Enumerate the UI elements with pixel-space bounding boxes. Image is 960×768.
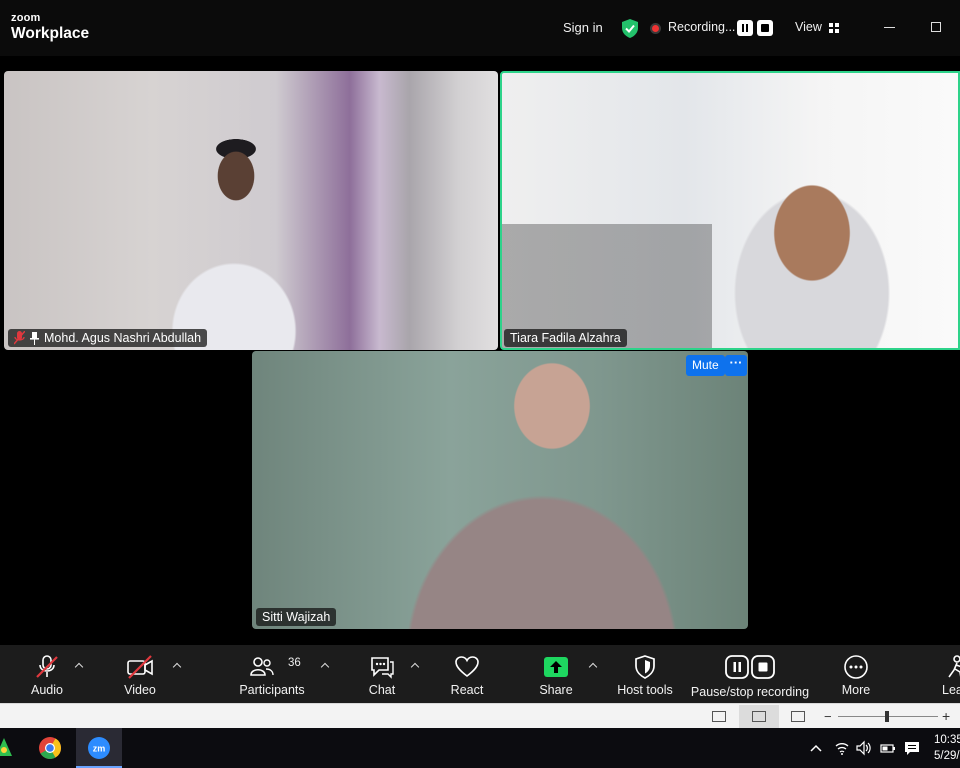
- clock-time: 10:35: [934, 734, 960, 746]
- show-hidden-icons-chevron-icon[interactable]: [808, 740, 824, 756]
- sign-in-link[interactable]: Sign in: [563, 20, 603, 35]
- pause-recording-button[interactable]: [737, 20, 753, 36]
- recording-dot-icon: [652, 25, 659, 32]
- windows-taskbar: zm 10:35 5/29/: [0, 728, 960, 768]
- participant-name-tag: Tiara Fadila Alzahra: [504, 329, 627, 347]
- share-options-caret[interactable]: [588, 661, 598, 671]
- audio-label: Audio: [31, 683, 63, 697]
- participant-name: Mohd. Agus Nashri Abdullah: [44, 331, 202, 345]
- participants-count: 36: [288, 657, 301, 669]
- battery-icon[interactable]: [880, 740, 896, 756]
- maximize-window-button[interactable]: [931, 22, 941, 32]
- chrome-browser-icon[interactable]: [28, 728, 72, 768]
- participant-name-tag: Sitti Wajizah: [256, 608, 337, 626]
- zoom-app-icon: zm: [88, 737, 110, 759]
- mute-participant-button[interactable]: Mute: [686, 355, 725, 376]
- notifications-icon[interactable]: [904, 740, 920, 756]
- web-layout-icon[interactable]: [791, 711, 805, 722]
- pause-stop-recording-label: Pause/stop recording: [690, 685, 810, 699]
- leave-label: Leave: [942, 683, 960, 697]
- video-tile-participant-1[interactable]: Mohd. Agus Nashri Abdullah: [4, 71, 498, 350]
- participant-more-options-button[interactable]: ···: [725, 355, 747, 376]
- meeting-toolbar: Audio Video Participants 36 Chat React S…: [0, 645, 960, 703]
- stop-recording-button[interactable]: [757, 20, 773, 36]
- pin-icon: [30, 331, 39, 345]
- system-clock[interactable]: 10:35 5/29/: [934, 732, 960, 764]
- react-button[interactable]: React: [440, 645, 494, 703]
- share-screen-icon: [544, 657, 568, 677]
- pause-stop-recording-icon: [725, 655, 775, 679]
- logo-zoom-text: zoom: [11, 12, 41, 24]
- video-button[interactable]: Video: [110, 645, 170, 703]
- participant-name: Tiara Fadila Alzahra: [510, 331, 621, 345]
- host-shield-icon: [635, 655, 655, 679]
- zoom-in-button[interactable]: +: [942, 708, 950, 724]
- participants-icon: [250, 657, 274, 676]
- participants-label: Participants: [239, 683, 305, 697]
- camera-off-icon: [127, 655, 153, 679]
- pause-stop-recording-button[interactable]: Pause/stop recording: [690, 645, 810, 703]
- chat-button[interactable]: Chat: [356, 645, 408, 703]
- title-bar: zoom Workplace Sign in Recording... View: [0, 0, 960, 56]
- grid-view-icon[interactable]: [829, 23, 839, 33]
- host-tools-button[interactable]: Host tools: [612, 645, 678, 703]
- participants-options-caret[interactable]: [320, 661, 330, 671]
- logo-workplace-text: Workplace: [11, 25, 90, 42]
- svg-text:zm: zm: [93, 744, 106, 754]
- zoom-out-button[interactable]: −: [824, 709, 832, 724]
- minimize-window-button[interactable]: [884, 27, 895, 28]
- chat-options-caret[interactable]: [410, 661, 420, 671]
- microphone-muted-icon: [36, 655, 58, 678]
- audio-button[interactable]: Audio: [17, 645, 77, 703]
- video-label: Video: [124, 683, 156, 697]
- wifi-icon[interactable]: [834, 740, 850, 756]
- mic-muted-icon: [14, 331, 25, 345]
- zoom-workplace-logo: zoom Workplace: [11, 13, 89, 42]
- print-layout-icon[interactable]: [752, 711, 766, 722]
- taskbar-app-icon[interactable]: [0, 736, 14, 758]
- clock-date: 5/29/: [934, 750, 960, 762]
- more-button[interactable]: More: [830, 645, 882, 703]
- share-button[interactable]: Share: [528, 645, 584, 703]
- more-dots-icon: [844, 655, 868, 679]
- leave-exit-icon: [948, 655, 960, 678]
- chat-icon: [371, 657, 394, 679]
- zoom-slider-thumb[interactable]: [885, 711, 889, 722]
- participants-button[interactable]: Participants: [236, 645, 308, 703]
- audio-options-caret[interactable]: [74, 661, 84, 671]
- chat-label: Chat: [368, 683, 396, 697]
- view-button[interactable]: View: [795, 20, 822, 34]
- leave-button[interactable]: Leave: [930, 645, 960, 703]
- participant-name: Sitti Wajizah: [262, 610, 331, 624]
- more-label: More: [841, 683, 871, 697]
- volume-icon[interactable]: [856, 740, 872, 756]
- video-tile-participant-3[interactable]: Sitti Wajizah: [252, 351, 748, 629]
- security-shield-icon[interactable]: [621, 19, 639, 38]
- zoom-taskbar-button[interactable]: zm: [76, 728, 122, 768]
- participant-name-tag: Mohd. Agus Nashri Abdullah: [8, 329, 208, 347]
- read-mode-icon[interactable]: [712, 711, 726, 722]
- video-tile-participant-2[interactable]: Tiara Fadila Alzahra: [500, 71, 960, 350]
- heart-icon: [455, 656, 479, 678]
- video-options-caret[interactable]: [172, 661, 182, 671]
- host-tools-label: Host tools: [617, 683, 673, 697]
- document-status-bar: − +: [0, 703, 960, 728]
- share-label: Share: [539, 683, 573, 697]
- react-label: React: [450, 683, 484, 697]
- recording-status: Recording...: [668, 20, 736, 34]
